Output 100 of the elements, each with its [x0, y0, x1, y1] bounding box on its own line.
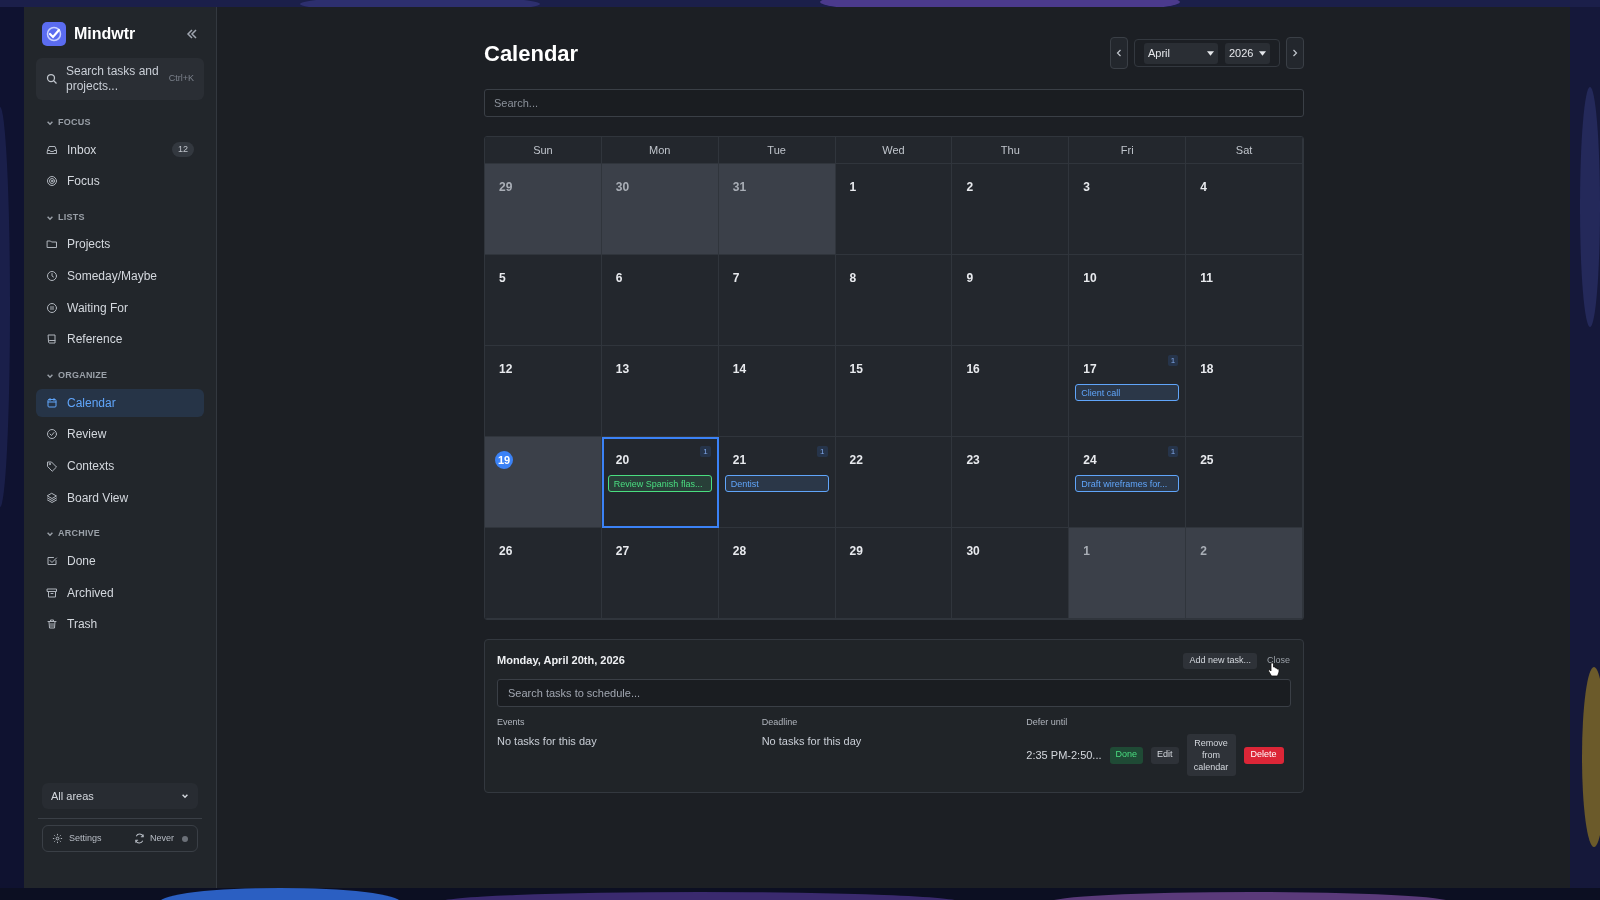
- day-cell[interactable]: 18: [1186, 346, 1303, 437]
- event-chip[interactable]: Dentist: [724, 475, 829, 492]
- caret-icon: [1207, 50, 1214, 56]
- day-cell[interactable]: 7: [718, 255, 836, 346]
- page-title: Calendar: [484, 39, 579, 68]
- day-number: 14: [732, 362, 747, 376]
- next-month-button[interactable]: [1286, 37, 1304, 69]
- search-field[interactable]: Search...: [484, 89, 1304, 117]
- section-header[interactable]: ORGANIZE: [36, 369, 204, 383]
- day-cell[interactable]: 29: [485, 164, 602, 255]
- collapse-icon: [186, 28, 198, 40]
- day-cell[interactable]: 30: [601, 164, 719, 255]
- done-button[interactable]: Done: [1109, 746, 1144, 764]
- delete-button[interactable]: Delete: [1243, 746, 1284, 764]
- day-cell[interactable]: 11: [1186, 255, 1303, 346]
- column-heading: Deadline: [761, 716, 799, 729]
- day-number: 6: [615, 271, 623, 285]
- sidebar-item[interactable]: Calendar: [36, 388, 204, 417]
- event-count-badge: 1: [817, 446, 828, 457]
- day-cell[interactable]: 6: [601, 255, 719, 346]
- day-number: 12: [499, 362, 513, 376]
- section-header[interactable]: LISTS: [36, 210, 204, 225]
- day-cell[interactable]: 22: [835, 437, 953, 528]
- time-range: 2:35 PM-2:50...: [1026, 747, 1102, 763]
- day-cell[interactable]: 3: [1069, 164, 1187, 255]
- day-number: 1: [1083, 544, 1090, 558]
- remove-button[interactable]: Remove from calendar: [1186, 734, 1236, 776]
- day-number: 29: [499, 180, 513, 194]
- panel-title: Monday, April 20th, 2026: [497, 653, 625, 669]
- sidebar-item[interactable]: Focus: [36, 167, 204, 196]
- sidebar-item[interactable]: Board View: [36, 483, 204, 512]
- sidebar-item[interactable]: Review: [36, 420, 204, 449]
- day-cell[interactable]: 1: [835, 164, 953, 255]
- day-cell[interactable]: 10: [1069, 255, 1187, 346]
- settings-button[interactable]: Settings: [52, 831, 102, 846]
- day-cell[interactable]: 14: [718, 346, 836, 437]
- day-cell[interactable]: 21 1 Dentist: [718, 437, 836, 528]
- day-cell[interactable]: 19: [485, 437, 602, 528]
- day-number: 1: [849, 180, 857, 194]
- edit-button[interactable]: Edit: [1151, 746, 1179, 764]
- day-cell[interactable]: 2: [1186, 528, 1303, 619]
- sidebar-item[interactable]: Inbox 12: [36, 135, 204, 164]
- day-cell[interactable]: 1: [1069, 528, 1187, 619]
- sidebar-item[interactable]: Done: [36, 546, 204, 575]
- day-cell[interactable]: 29: [835, 528, 953, 619]
- chevron-left-icon: [1116, 49, 1122, 57]
- sidebar-item[interactable]: Archived: [36, 578, 204, 607]
- sidebar-item[interactable]: Waiting For: [36, 293, 204, 322]
- sync-button[interactable]: Never: [134, 831, 188, 846]
- previous-month-button[interactable]: [1110, 37, 1128, 69]
- section-header[interactable]: ARCHIVE: [36, 527, 204, 541]
- day-cell[interactable]: 23: [952, 437, 1070, 528]
- day-cell[interactable]: 16: [952, 346, 1070, 437]
- day-cell[interactable]: 20 1 Review Spanish flas...: [601, 437, 719, 528]
- day-cell[interactable]: 27: [601, 528, 719, 619]
- add-task-button[interactable]: Add new task...: [1183, 652, 1257, 669]
- day-cell[interactable]: 25: [1186, 437, 1303, 528]
- column-heading: Defer until: [1026, 716, 1069, 729]
- day-number: 8: [849, 271, 857, 285]
- day-number: 28: [732, 544, 747, 558]
- app-name: Mindwtr: [74, 24, 137, 44]
- day-number: 30: [966, 544, 980, 558]
- day-cell[interactable]: 17 1 Client call: [1069, 346, 1187, 437]
- clock-icon: [46, 270, 58, 283]
- month-select[interactable]: April: [1144, 42, 1218, 64]
- sidebar-item[interactable]: Reference: [36, 325, 204, 354]
- sidebar-item[interactable]: Projects: [36, 230, 204, 259]
- day-cell[interactable]: 13: [601, 346, 719, 437]
- review-icon: [46, 428, 58, 441]
- day-cell[interactable]: 9: [952, 255, 1070, 346]
- day-number: 29: [849, 544, 863, 558]
- event-chip[interactable]: Client call: [1075, 384, 1180, 401]
- schedule-search-field[interactable]: Search tasks to schedule...: [497, 679, 1291, 707]
- area-dropdown[interactable]: All areas: [42, 783, 198, 809]
- folder-icon: [46, 238, 58, 251]
- sidebar-item[interactable]: Contexts: [36, 452, 204, 480]
- logo-icon: [42, 22, 66, 46]
- empty-message: No tasks for this day: [497, 734, 598, 749]
- day-cell[interactable]: 30: [952, 528, 1070, 619]
- day-number: 13: [615, 362, 630, 376]
- tag-icon: [46, 460, 58, 472]
- day-cell[interactable]: 26: [485, 528, 602, 619]
- day-cell[interactable]: 8: [835, 255, 953, 346]
- year-select[interactable]: 2026: [1225, 42, 1270, 64]
- event-chip[interactable]: Review Spanish flas...: [607, 475, 712, 492]
- empty-message: No tasks for this day: [761, 734, 863, 749]
- day-cell[interactable]: 15: [835, 346, 953, 437]
- column-heading: Events: [497, 716, 526, 729]
- day-cell[interactable]: 5: [485, 255, 602, 346]
- day-cell[interactable]: 12: [485, 346, 602, 437]
- day-cell[interactable]: 2: [952, 164, 1070, 255]
- day-number: 11: [1200, 271, 1213, 285]
- day-cell[interactable]: 28: [718, 528, 836, 619]
- day-cell[interactable]: 31: [718, 164, 836, 255]
- sidebar-item[interactable]: Trash: [36, 610, 204, 639]
- day-cell[interactable]: 24 1 Draft wireframes for...: [1069, 437, 1187, 528]
- sidebar-item[interactable]: Someday/Maybe: [36, 262, 204, 291]
- event-chip[interactable]: Draft wireframes for...: [1075, 475, 1180, 492]
- section-header[interactable]: FOCUS: [36, 116, 204, 130]
- day-cell[interactable]: 4: [1186, 164, 1303, 255]
